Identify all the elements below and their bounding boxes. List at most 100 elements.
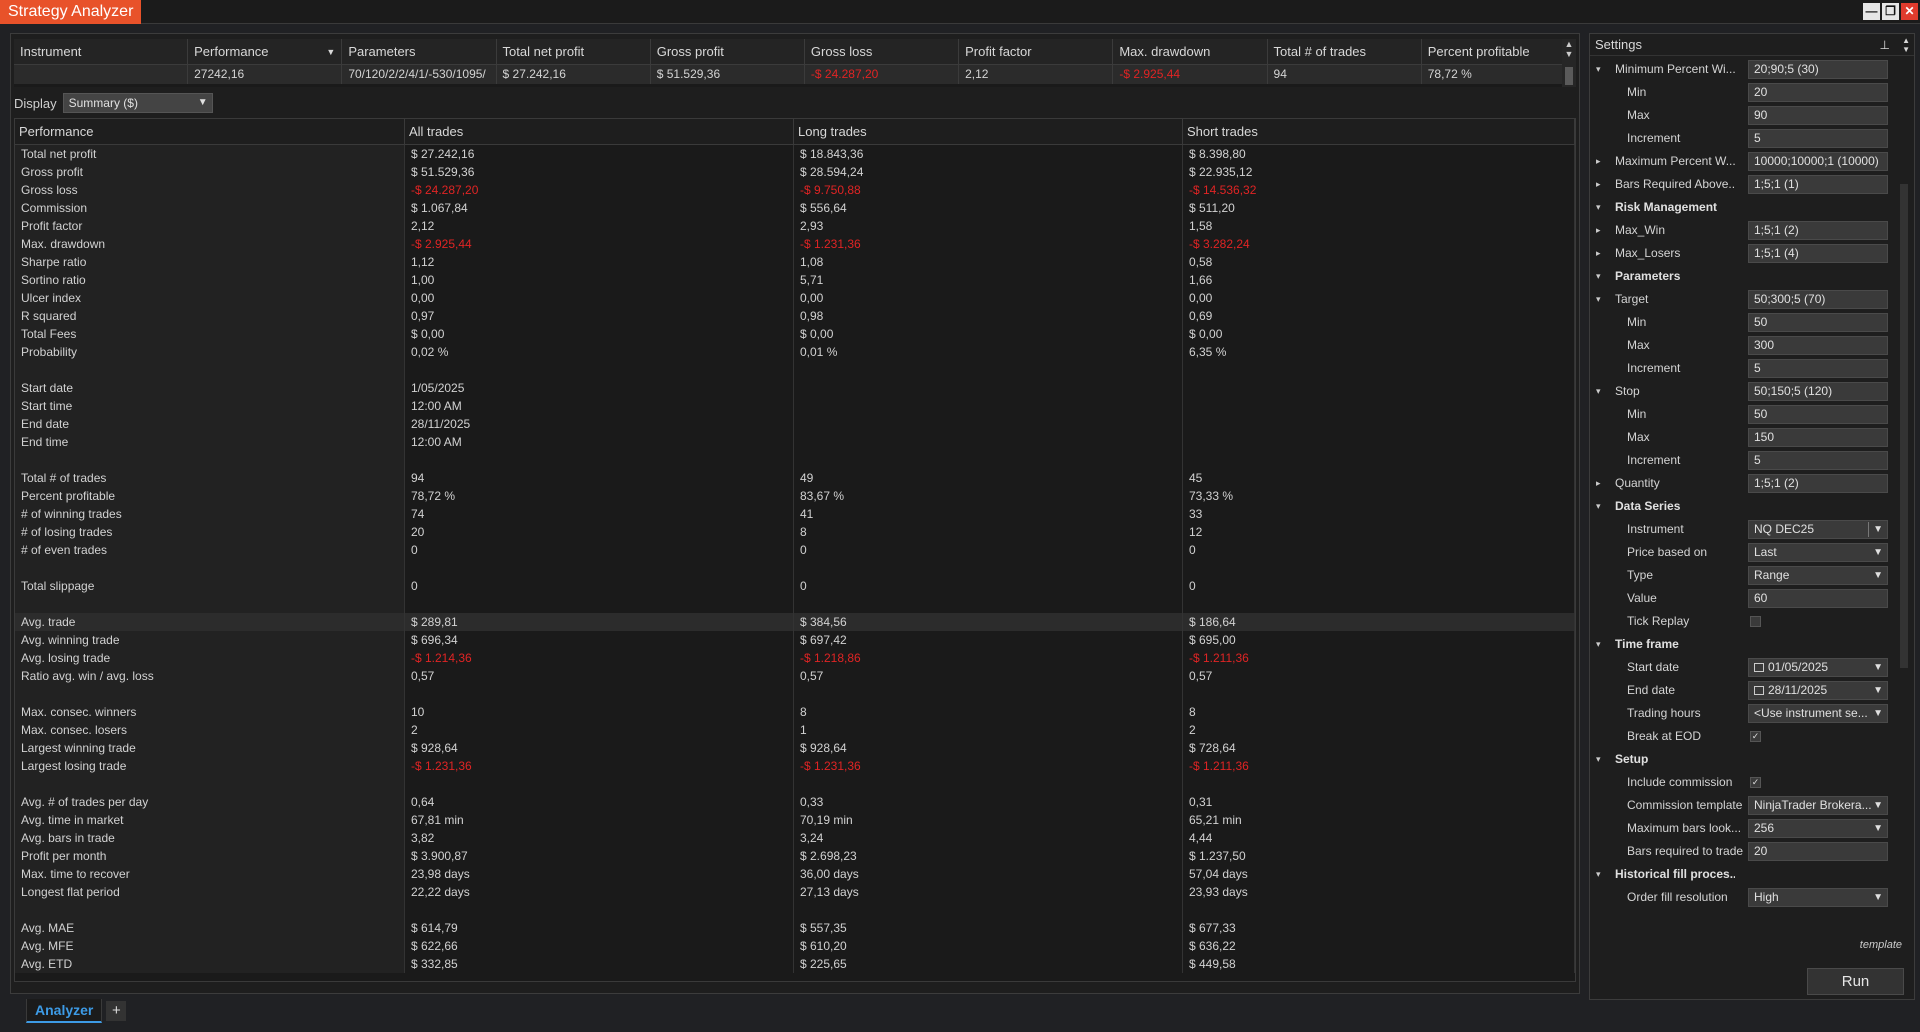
results-col-header[interactable]: Gross loss [805, 39, 960, 64]
property-input[interactable]: 5 [1748, 451, 1888, 470]
chevron-down-icon[interactable]: ▼ [1873, 797, 1883, 814]
calendar-icon[interactable] [1754, 686, 1764, 695]
table-row[interactable]: Max. drawdown -$ 2.925,44 -$ 1.231,36 -$ 3.… [15, 235, 1575, 253]
run-button[interactable]: Run [1807, 968, 1904, 995]
results-col-header[interactable]: Profit factor [959, 39, 1114, 64]
property-dropdown[interactable]: Range ▼ [1748, 566, 1888, 585]
table-row[interactable]: Ulcer index 0,00 0,00 0,00 [15, 289, 1575, 307]
collapse-icon[interactable]: ▾ [1596, 495, 1601, 518]
property-row[interactable]: Min 50 [1590, 403, 1895, 426]
results-col-header[interactable]: Percent profitable [1422, 39, 1576, 64]
property-row[interactable]: Tick Replay [1590, 610, 1895, 633]
table-row[interactable] [15, 559, 1575, 577]
table-row[interactable]: Avg. MAE $ 614,79 $ 557,35 $ 677,33 [15, 919, 1575, 937]
chevron-down-icon[interactable]: ▼ [1873, 889, 1883, 906]
property-input[interactable]: 150 [1748, 428, 1888, 447]
results-col-header[interactable]: Max. drawdown [1113, 39, 1268, 64]
property-checkbox[interactable] [1750, 616, 1761, 627]
table-row[interactable] [15, 451, 1575, 469]
property-dropdown[interactable]: High ▼ [1748, 888, 1888, 907]
table-row[interactable]: Total slippage 0 0 0 [15, 577, 1575, 595]
collapse-icon[interactable]: ▾ [1596, 633, 1601, 656]
property-row[interactable]: ▸ Maximum Percent W... 10000;10000;1 (1000… [1590, 150, 1895, 173]
results-col-header[interactable]: Instrument [14, 39, 189, 64]
property-input[interactable]: 5 [1748, 359, 1888, 378]
property-input[interactable]: 1;5;1 (1) [1748, 175, 1888, 194]
property-row[interactable]: Increment 5 [1590, 449, 1895, 472]
close-button[interactable]: ✕ [1901, 3, 1918, 20]
display-select[interactable]: Summary ($) ▼ [62, 93, 213, 113]
table-row[interactable]: Longest flat period 22,22 days 27,13 days 2… [15, 883, 1575, 901]
property-row[interactable]: Break at EOD ✓ [1590, 725, 1895, 748]
table-row[interactable]: Sharpe ratio 1,12 1,08 0,58 [15, 253, 1575, 271]
expand-icon[interactable]: ▸ [1596, 472, 1601, 495]
table-row[interactable]: Avg. time in market 67,81 min 70,19 min 65,… [15, 811, 1575, 829]
scroll-down-icon[interactable]: ▼ [1562, 49, 1576, 59]
results-col-header[interactable]: Parameters [342, 39, 497, 64]
property-row[interactable]: Min 50 [1590, 311, 1895, 334]
property-dropdown[interactable]: 28/11/2025 ▼ [1748, 681, 1888, 700]
property-row[interactable]: ▸ Bars Required Above... 1;5;1 (1) [1590, 173, 1895, 196]
results-row[interactable]: 27242,16 70/120/2/2/4/1/-530/1095/$ 27.24… [14, 65, 1576, 84]
property-dropdown[interactable]: 256 ▼ [1748, 819, 1888, 838]
property-row[interactable]: Min 20 [1590, 81, 1895, 104]
property-input[interactable]: 20 [1748, 83, 1888, 102]
property-dropdown[interactable]: Last ▼ [1748, 543, 1888, 562]
table-row[interactable]: Avg. winning trade $ 696,34 $ 697,42 $ 695,… [15, 631, 1575, 649]
collapse-icon[interactable]: ▾ [1596, 863, 1601, 886]
scroll-arrows-icon[interactable]: ▲ ▼ [1902, 36, 1910, 54]
property-row[interactable]: Order fill resolution High ▼ [1590, 886, 1895, 909]
property-row[interactable]: Start date 01/05/2025 ▼ [1590, 656, 1895, 679]
property-row[interactable]: Instrument NQ DEC25 ▼ [1590, 518, 1895, 541]
property-row[interactable]: Price based on Last ▼ [1590, 541, 1895, 564]
property-row[interactable]: Bars required to trade 20 [1590, 840, 1895, 863]
scroll-thumb[interactable] [1565, 67, 1573, 85]
property-row[interactable]: Type Range ▼ [1590, 564, 1895, 587]
property-checkbox[interactable]: ✓ [1750, 731, 1761, 742]
table-row[interactable]: Profit per month $ 3.900,87 $ 2.698,23 $ 1.… [15, 847, 1575, 865]
collapse-icon[interactable]: ▾ [1596, 196, 1601, 219]
results-scrollbar[interactable]: ▲ ▼ [1562, 39, 1576, 87]
table-row[interactable]: Max. consec. losers 2 1 2 [15, 721, 1575, 739]
property-checkbox[interactable]: ✓ [1750, 777, 1761, 788]
table-row[interactable]: Avg. trade $ 289,81 $ 384,56 $ 186,64 [15, 613, 1575, 631]
summary-col-header[interactable]: Performance [15, 119, 405, 144]
table-row[interactable]: Commission $ 1.067,84 $ 556,64 $ 511,20 [15, 199, 1575, 217]
table-row[interactable]: Gross loss -$ 24.287,20 -$ 9.750,88 -$ 14.5… [15, 181, 1575, 199]
collapse-icon[interactable]: ▾ [1596, 748, 1601, 771]
property-input[interactable]: 50 [1748, 313, 1888, 332]
property-input[interactable]: 20 [1748, 842, 1888, 861]
scroll-up-icon[interactable]: ▲ [1562, 39, 1576, 49]
property-row[interactable]: ▸ Max_Losers 1;5;1 (4) [1590, 242, 1895, 265]
property-row[interactable]: Include commission ✓ [1590, 771, 1895, 794]
table-row[interactable] [15, 901, 1575, 919]
chevron-down-icon[interactable]: ▼ [1873, 682, 1883, 699]
expand-icon[interactable]: ▸ [1596, 173, 1601, 196]
property-row[interactable]: ▸ Quantity 1;5;1 (2) [1590, 472, 1895, 495]
property-row[interactable]: ▸ Max_Win 1;5;1 (2) [1590, 219, 1895, 242]
summary-col-header[interactable]: All trades [405, 119, 794, 144]
property-input[interactable]: 5 [1748, 129, 1888, 148]
table-row[interactable]: Start time 12:00 AM [15, 397, 1575, 415]
results-col-header[interactable]: Gross profit [651, 39, 805, 64]
results-col-header[interactable]: Total net profit [497, 39, 651, 64]
table-row[interactable] [15, 685, 1575, 703]
table-row[interactable]: Max. consec. winners 10 8 8 [15, 703, 1575, 721]
summary-col-header[interactable]: Long trades [794, 119, 1183, 144]
property-row[interactable]: ▾ Target 50;300;5 (70) [1590, 288, 1895, 311]
table-row[interactable]: Largest winning trade $ 928,64 $ 928,64 $ 7… [15, 739, 1575, 757]
table-row[interactable]: End time 12:00 AM [15, 433, 1575, 451]
chevron-down-icon[interactable]: ▼ [1873, 521, 1883, 538]
table-row[interactable]: Avg. # of trades per day 0,64 0,33 0,31 [15, 793, 1575, 811]
calendar-icon[interactable] [1754, 663, 1764, 672]
table-row[interactable]: Ratio avg. win / avg. loss 0,57 0,57 0,57 [15, 667, 1575, 685]
collapse-icon[interactable]: ▾ [1596, 380, 1601, 403]
table-row[interactable]: Profit factor 2,12 2,93 1,58 [15, 217, 1575, 235]
table-row[interactable]: Total net profit $ 27.242,16 $ 18.843,36 $ … [15, 145, 1575, 163]
table-row[interactable]: Largest losing trade -$ 1.231,36 -$ 1.231,… [15, 757, 1575, 775]
chevron-down-icon[interactable]: ▼ [1873, 544, 1883, 561]
property-row[interactable]: ▾ Risk Management [1590, 196, 1895, 219]
property-row[interactable]: ▾ Historical fill proces... [1590, 863, 1895, 886]
summary-col-header[interactable]: Short trades [1183, 119, 1575, 144]
results-col-header[interactable]: Performance ▼ [188, 39, 343, 64]
